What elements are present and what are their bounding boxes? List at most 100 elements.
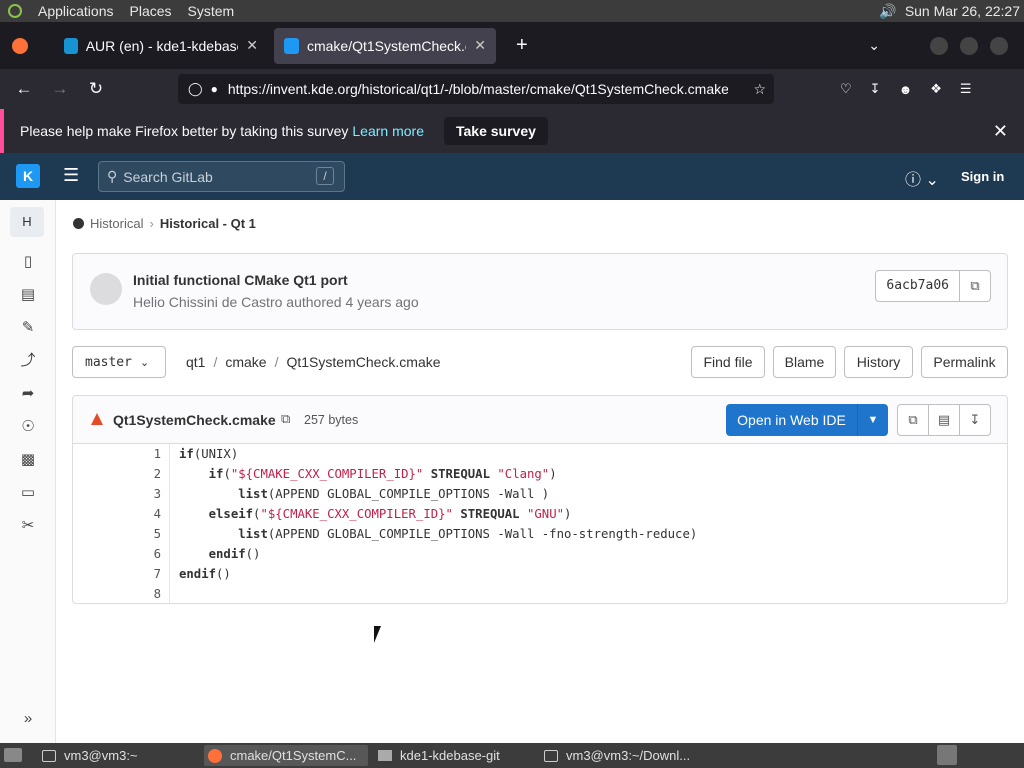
- nav-bar: ← → ↻ ◯ ● https://invent.kde.org/histori…: [0, 69, 1024, 109]
- analytics-icon[interactable]: ▩: [18, 450, 38, 470]
- close-window-icon[interactable]: [990, 36, 1008, 55]
- help-icon[interactable]: ⓘ ⌄: [905, 166, 939, 190]
- back-icon[interactable]: ←: [6, 79, 42, 99]
- line-number[interactable]: 2: [131, 467, 161, 481]
- commit-sha[interactable]: 6acb7a06: [875, 270, 960, 302]
- code-token: endif: [179, 567, 217, 581]
- path-segment[interactable]: cmake: [225, 354, 266, 370]
- list-tabs-icon[interactable]: ⌄: [868, 37, 880, 54]
- line-number[interactable]: 8: [131, 587, 161, 601]
- show-desktop-icon[interactable]: [4, 748, 22, 762]
- reload-icon[interactable]: ↻: [78, 79, 114, 99]
- path-separator: /: [274, 354, 279, 370]
- shield-icon[interactable]: ◯: [188, 81, 203, 97]
- places-menu[interactable]: Places: [122, 3, 180, 19]
- repository-icon[interactable]: ▯: [18, 252, 38, 272]
- line-number[interactable]: 5: [131, 527, 161, 541]
- forward-icon[interactable]: →: [42, 79, 78, 99]
- system-menu[interactable]: System: [180, 3, 243, 19]
- history-button[interactable]: History: [844, 346, 913, 378]
- web-ide-dropdown-icon[interactable]: ▼: [857, 404, 888, 436]
- hamburger-icon[interactable]: ☰: [63, 165, 79, 186]
- search-shortcut-badge: /: [316, 167, 334, 185]
- author-avatar[interactable]: [90, 273, 122, 305]
- kde-logo-icon[interactable]: K: [16, 164, 40, 188]
- last-commit: Initial functional CMake Qt1 port Helio …: [72, 253, 1008, 330]
- take-survey-button[interactable]: Take survey: [443, 117, 548, 145]
- scissors-icon[interactable]: ✂: [18, 516, 38, 536]
- tab-bar: AUR (en) - kde1-kdebase-git ✕ cmake/Qt1S…: [0, 22, 1024, 69]
- commit-title[interactable]: Initial functional CMake Qt1 port: [133, 272, 348, 288]
- permalink-button[interactable]: Permalink: [921, 346, 1008, 378]
- line-number[interactable]: 4: [131, 507, 161, 521]
- branch-dropdown[interactable]: master ⌄: [72, 346, 166, 378]
- firefox-tray-icon[interactable]: [937, 745, 957, 765]
- copy-path-icon[interactable]: ⧉: [281, 411, 290, 427]
- close-tab-icon[interactable]: ✕: [474, 37, 486, 54]
- project-avatar[interactable]: H: [10, 207, 44, 237]
- open-raw-icon[interactable]: ▤: [928, 404, 960, 436]
- tab-aur[interactable]: AUR (en) - kde1-kdebase-git ✕: [54, 28, 268, 64]
- blame-button[interactable]: Blame: [773, 346, 836, 378]
- line-number[interactable]: 7: [131, 567, 161, 581]
- url-bar[interactable]: ◯ ● https://invent.kde.org/historical/qt…: [178, 74, 774, 104]
- copy-sha-icon[interactable]: ⧉: [959, 270, 991, 302]
- applications-menu[interactable]: Applications: [30, 3, 122, 19]
- gnome-foot-icon[interactable]: [8, 4, 22, 18]
- close-notification-icon[interactable]: ✕: [993, 121, 1008, 142]
- close-tab-icon[interactable]: ✕: [246, 37, 258, 54]
- url-text[interactable]: https://invent.kde.org/historical/qt1/-/…: [228, 81, 728, 97]
- find-file-button[interactable]: Find file: [691, 346, 765, 378]
- wiki-icon[interactable]: ✎: [18, 318, 38, 338]
- code-token: STREQUAL: [430, 467, 490, 481]
- snippets-icon[interactable]: ▭: [18, 483, 38, 503]
- download-icon[interactable]: ↧: [959, 404, 991, 436]
- taskbar-item-folder[interactable]: kde1-kdebase-git: [374, 745, 534, 766]
- lock-icon[interactable]: ●: [211, 82, 218, 96]
- mouse-cursor-icon: [374, 626, 381, 643]
- firefox-icon[interactable]: [12, 37, 28, 54]
- open-web-ide-button[interactable]: Open in Web IDE: [726, 404, 857, 436]
- taskbar-item-terminal-downloads[interactable]: vm3@vm3:~/Downl...: [540, 745, 710, 766]
- account-icon[interactable]: ☻: [899, 82, 913, 97]
- bookmark-star-icon[interactable]: ☆: [753, 81, 766, 98]
- terminal-icon: [42, 749, 56, 762]
- code-token: "${CMAKE_CXX_COMPILER_ID}": [230, 467, 424, 481]
- hamburger-menu-icon[interactable]: ☰: [960, 81, 972, 97]
- chevron-down-icon: ⌄: [139, 355, 150, 369]
- clock[interactable]: Sun Mar 26, 22:27: [905, 3, 1020, 19]
- sign-in-link[interactable]: Sign in: [961, 169, 1004, 184]
- breadcrumb-project[interactable]: Historical - Qt 1: [160, 216, 256, 231]
- operations-icon[interactable]: ☉: [18, 417, 38, 437]
- file-header: Qt1SystemCheck.cmake ⧉ 257 bytes Open in…: [73, 396, 1007, 444]
- line-number[interactable]: 1: [131, 447, 161, 461]
- learn-more-link[interactable]: Learn more: [352, 123, 424, 139]
- issues-icon[interactable]: ▤: [18, 285, 38, 305]
- folder-icon: [378, 750, 392, 761]
- line-number[interactable]: 6: [131, 547, 161, 561]
- merge-requests-icon[interactable]: ⤴: [18, 351, 38, 371]
- taskbar-label: kde1-kdebase-git: [400, 748, 500, 763]
- volume-icon[interactable]: 🔊: [879, 3, 896, 20]
- taskbar-item-firefox[interactable]: cmake/Qt1SystemC...: [204, 745, 368, 766]
- taskbar-item-terminal[interactable]: vm3@vm3:~: [38, 745, 198, 766]
- survey-message: Please help make Firefox better by takin…: [20, 123, 349, 139]
- search-input[interactable]: ⚲ Search GitLab /: [98, 161, 345, 192]
- taskbar-label: cmake/Qt1SystemC...: [230, 748, 357, 763]
- expand-sidebar-icon[interactable]: »: [18, 709, 38, 729]
- tab-gitlab[interactable]: cmake/Qt1SystemCheck.cm ✕: [274, 27, 496, 64]
- maximize-icon[interactable]: [960, 36, 978, 55]
- new-tab-icon[interactable]: +: [516, 34, 528, 57]
- path-segment[interactable]: qt1: [186, 354, 205, 370]
- deployments-icon[interactable]: ➦: [18, 384, 38, 404]
- extensions-icon[interactable]: ❖: [930, 81, 942, 97]
- downloads-icon[interactable]: ↧: [870, 81, 881, 97]
- pocket-icon[interactable]: ♡: [840, 81, 852, 97]
- search-icon: ⚲: [107, 168, 118, 184]
- minimize-icon[interactable]: [930, 36, 948, 55]
- copy-contents-icon[interactable]: ⧉: [897, 404, 929, 436]
- breadcrumb-group[interactable]: Historical: [90, 216, 143, 231]
- line-numbers: 1 2 3 4 5 6 7 8: [73, 444, 170, 603]
- line-number[interactable]: 3: [131, 487, 161, 501]
